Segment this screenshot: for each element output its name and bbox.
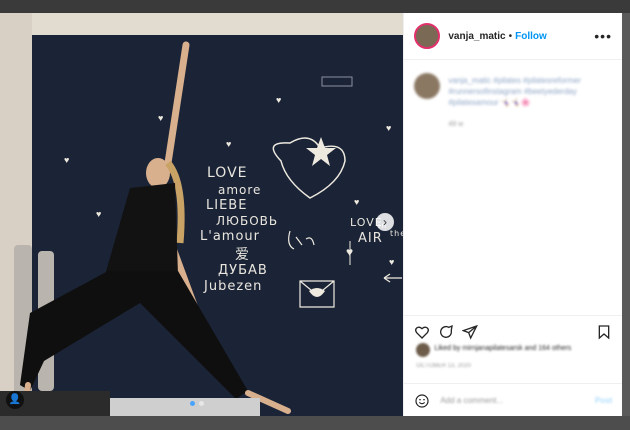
chalk-word: LOVE xyxy=(207,165,248,181)
chalk-heart-icon: ♥ xyxy=(276,95,282,105)
chalk-heart-icon: ♥ xyxy=(64,155,70,165)
chalk-heart-icon: ♥ xyxy=(96,209,102,219)
browser-dim-top xyxy=(0,0,630,13)
comment-box: Add a comment... Post xyxy=(404,383,623,417)
caption-time: 49 w xyxy=(448,121,464,128)
username-link[interactable]: vanja_matic xyxy=(448,31,505,42)
emoji-icon[interactable] xyxy=(414,393,430,409)
chalk-word: ДУБАВ xyxy=(218,263,268,278)
chalk-word: Jubezen xyxy=(204,279,263,294)
likes-summary[interactable]: Liked by mirnjanapilatesarsk and 164 oth… xyxy=(416,343,616,357)
chalk-heart-icon: ♥ xyxy=(158,113,164,123)
follow-button[interactable]: Follow xyxy=(515,31,547,42)
post-header: vanja_matic • Follow ••• xyxy=(404,13,622,60)
likes-text: Liked by mirnjanapilatesarsk and 164 oth… xyxy=(434,345,572,352)
save-bookmark-icon[interactable] xyxy=(596,324,612,340)
carousel-next-button[interactable]: › xyxy=(376,213,394,231)
liker-avatar xyxy=(416,343,431,357)
post-date: OCTOBER 13, 2020 xyxy=(416,363,471,369)
chalk-word: the xyxy=(390,229,403,238)
comment-input[interactable]: Add a comment... xyxy=(440,396,503,405)
chalk-heart-icon: ♥ xyxy=(346,245,354,259)
post-media[interactable]: LOVE amore LIEBE ЛЮБОВЬ L'amour 爱 ДУБАВ … xyxy=(0,13,404,416)
post-modal: LOVE amore LIEBE ЛЮБОВЬ L'amour 爱 ДУБАВ … xyxy=(0,13,623,417)
chalk-heart-icon: ♥ xyxy=(226,139,232,149)
chalk-word: 爱 xyxy=(235,247,250,263)
user-tag-icon[interactable]: 👤 xyxy=(6,391,24,409)
post-sidebar: vanja_matic • Follow ••• vanja_matic #pi… xyxy=(403,13,623,417)
separator: • xyxy=(508,30,513,42)
action-bar xyxy=(404,315,623,346)
chalk-word: ЛЮБОВЬ xyxy=(216,214,279,228)
post-comment-button[interactable]: Post xyxy=(595,396,612,405)
avatar[interactable] xyxy=(414,23,441,49)
carousel-dot xyxy=(190,401,195,406)
chalk-word: AIR xyxy=(358,231,383,246)
comment-icon[interactable] xyxy=(438,324,454,340)
carousel-dot xyxy=(199,401,204,406)
chalk-word: LIEBE xyxy=(206,198,248,213)
browser-dim-bottom xyxy=(0,416,630,430)
woman-figure xyxy=(0,41,402,416)
share-icon[interactable] xyxy=(462,324,479,340)
chalk-heart-icon: ♥ xyxy=(389,257,395,267)
more-options-icon[interactable]: ••• xyxy=(594,28,612,44)
chalk-heart-icon: ♥ xyxy=(386,123,392,133)
chalk-word: L'amour xyxy=(200,229,260,244)
caption-avatar[interactable] xyxy=(414,73,441,99)
chalk-heart-icon: ♥ xyxy=(354,197,360,207)
chalk-word: amore xyxy=(218,183,262,197)
like-heart-icon[interactable] xyxy=(414,324,430,340)
carousel-dots xyxy=(190,401,204,406)
caption-text: vanja_matic #pilates #pilatesreformer #r… xyxy=(448,76,581,107)
